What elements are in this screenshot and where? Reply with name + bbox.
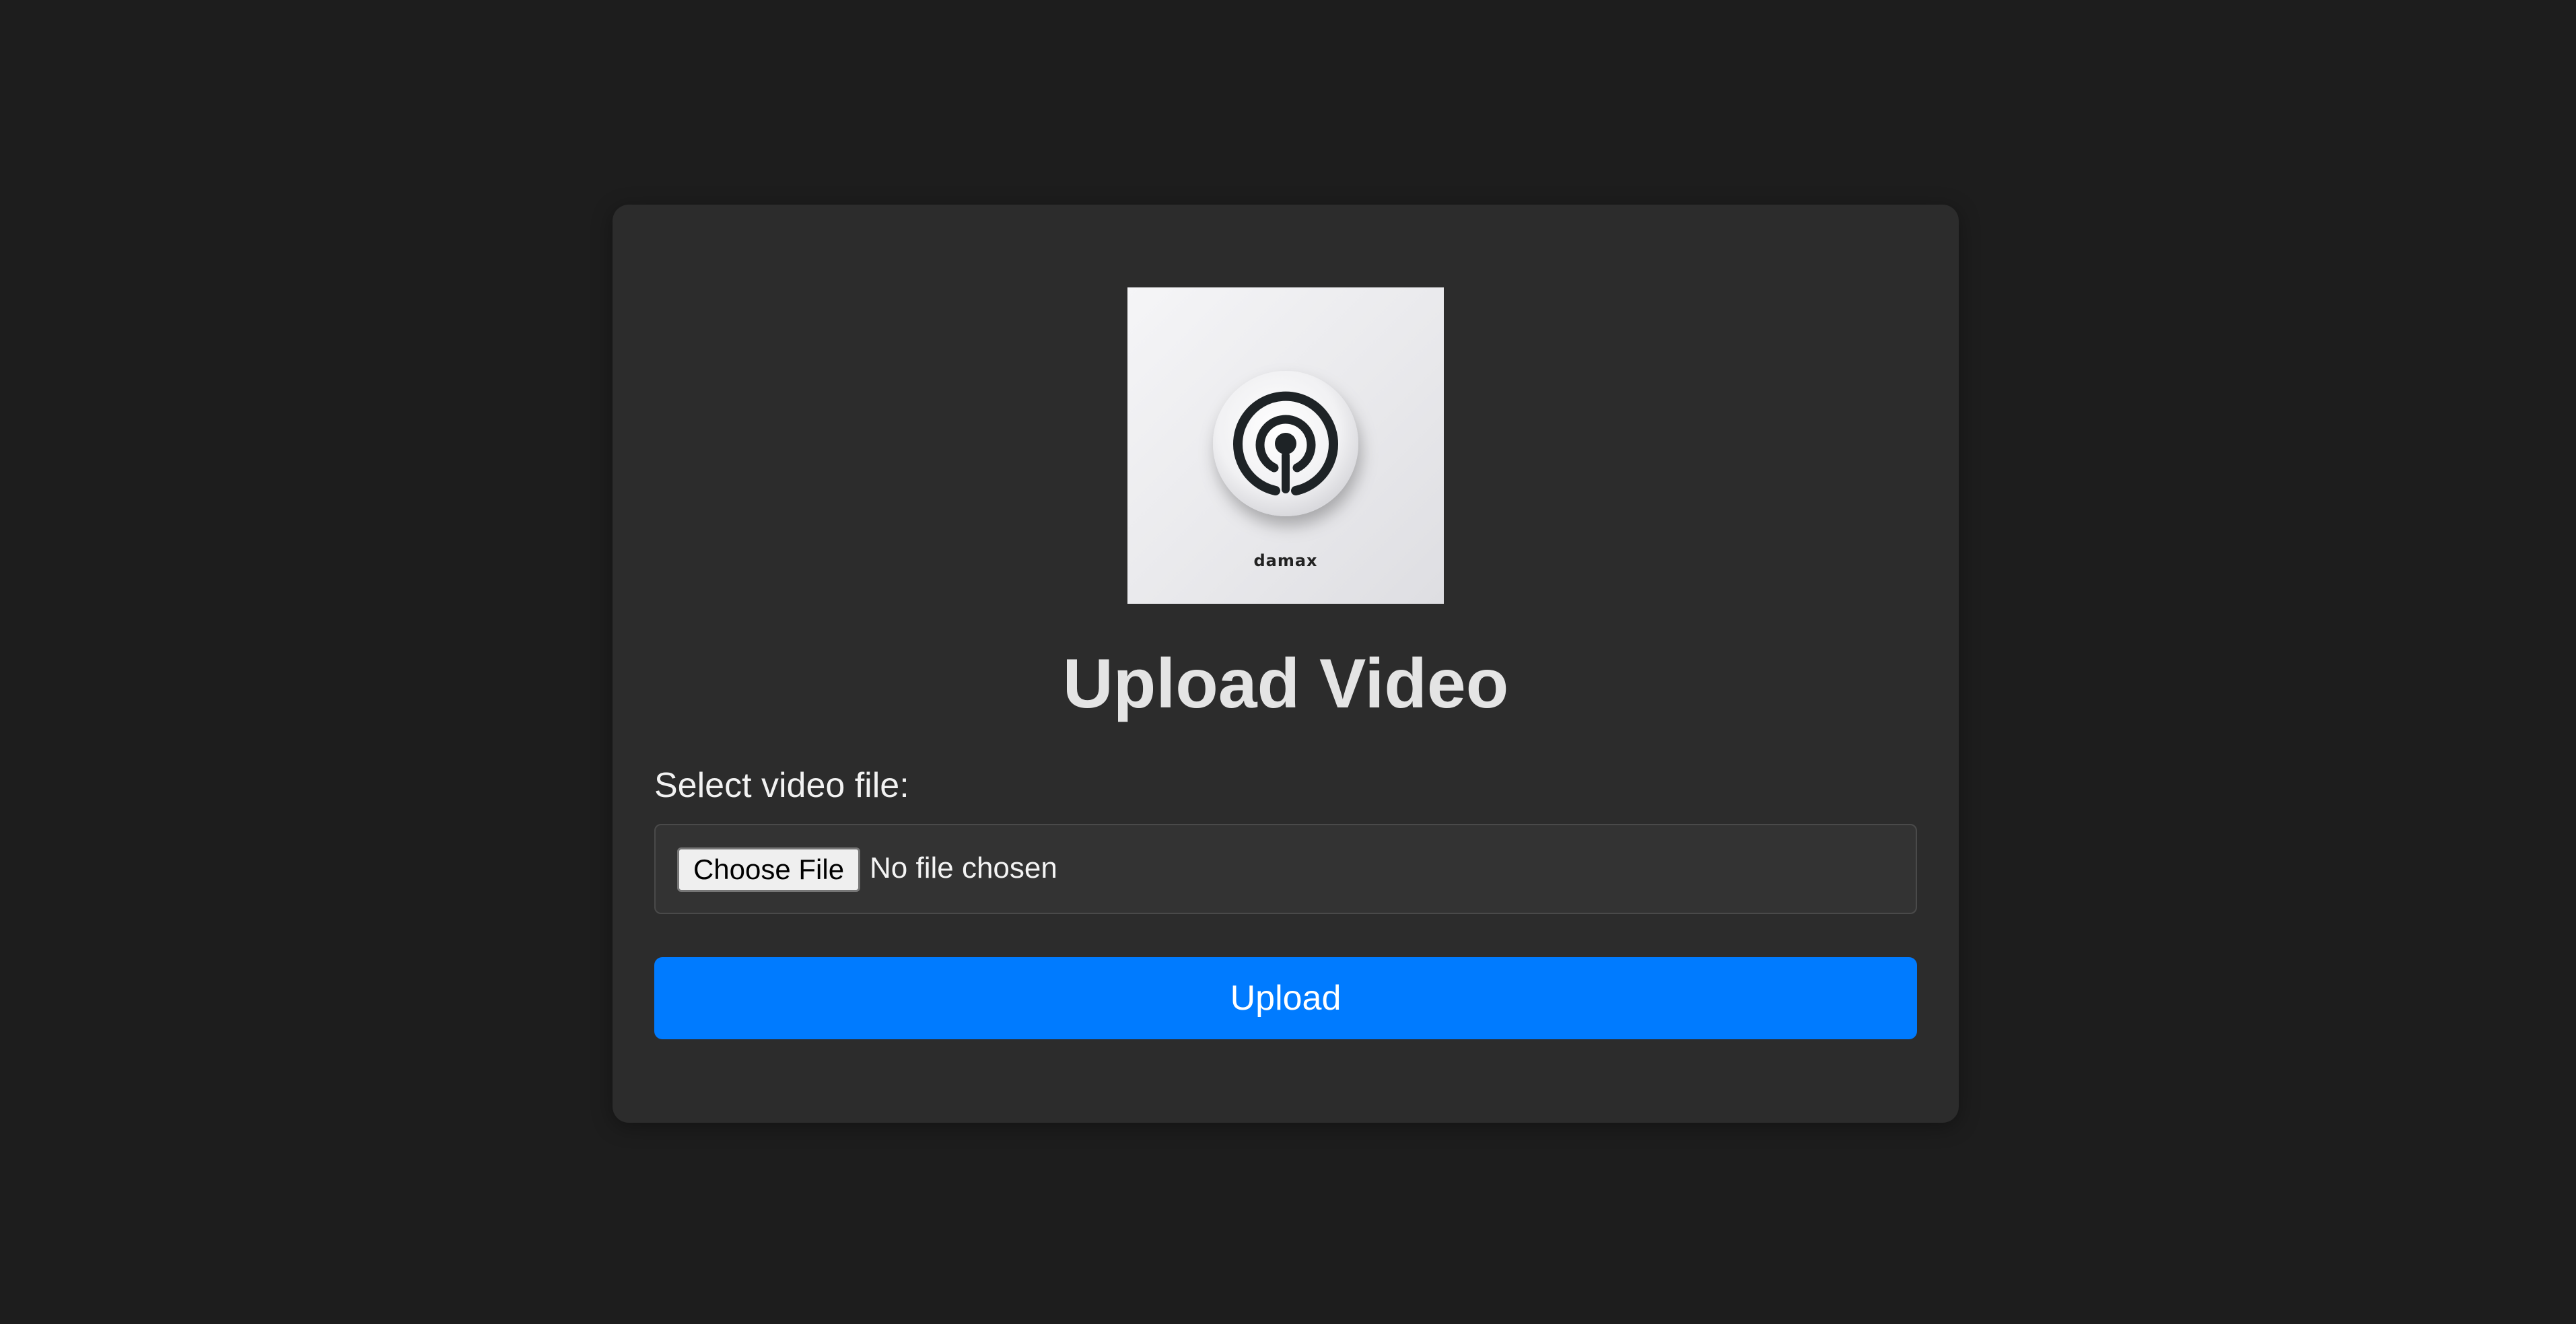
upload-card: damax Upload Video Select video file: Ch…: [613, 205, 1959, 1123]
upload-button[interactable]: Upload: [654, 957, 1917, 1039]
file-status-text: No file chosen: [870, 851, 1057, 884]
choose-file-button[interactable]: Choose File: [677, 847, 860, 892]
logo-brand-text: damax: [1253, 551, 1318, 570]
page-title: Upload Video: [1062, 645, 1509, 723]
logo-image: damax: [1127, 287, 1444, 604]
file-field-label: Select video file:: [654, 766, 909, 805]
file-input[interactable]: Choose File No file chosen: [654, 824, 1917, 914]
